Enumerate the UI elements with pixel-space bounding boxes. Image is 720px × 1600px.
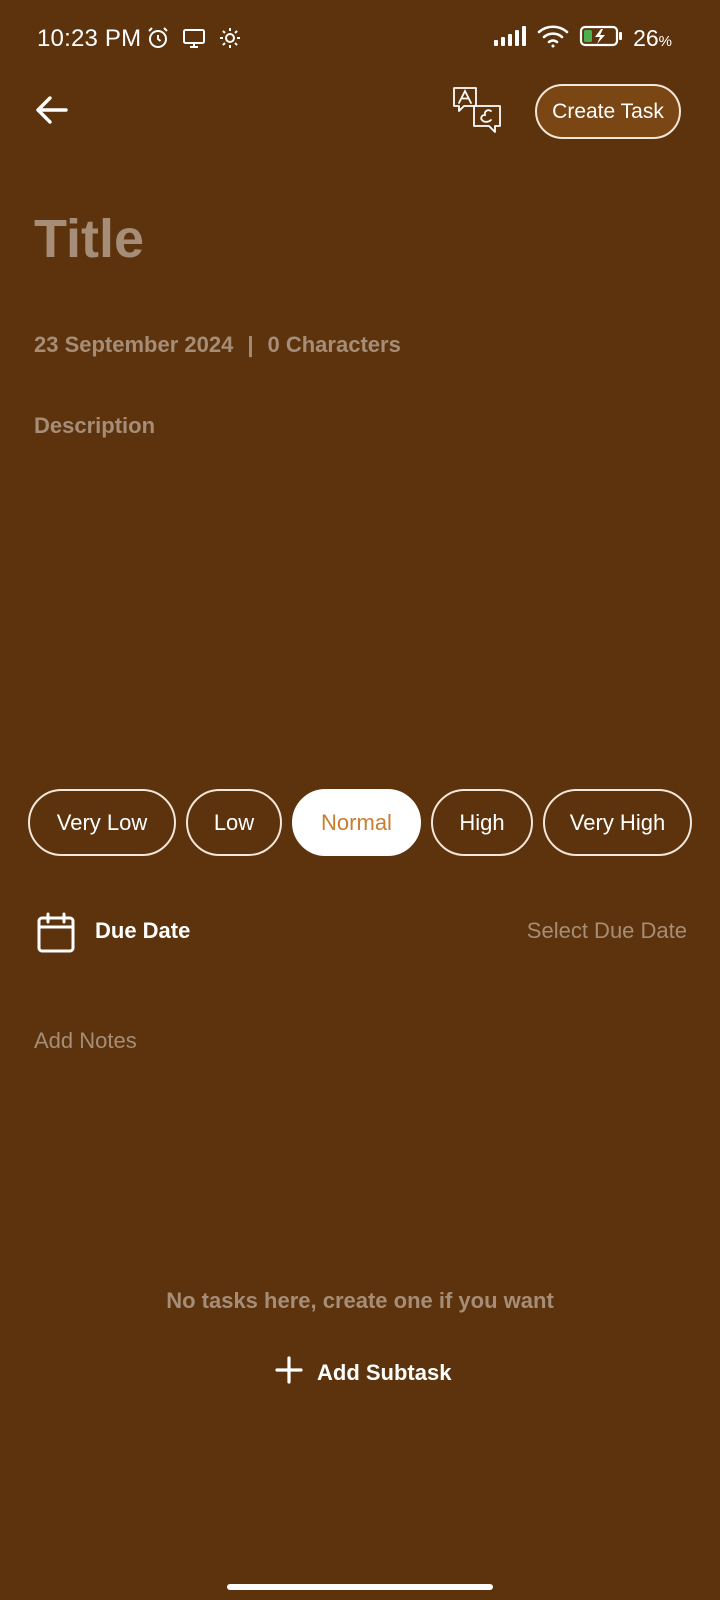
priority-chip-very-high[interactable]: Very High (543, 789, 692, 856)
translate-icon (452, 87, 504, 144)
priority-chip-low[interactable]: Low (186, 789, 282, 856)
battery-percentage: 26% (633, 25, 672, 51)
select-due-date-button[interactable]: Select Due Date (527, 918, 687, 944)
calendar-icon (36, 912, 76, 954)
status-time: 10:23 PM (37, 25, 142, 52)
priority-chip-normal[interactable]: Normal (292, 789, 421, 856)
wifi-icon (537, 24, 569, 53)
empty-subtasks-message: No tasks here, create one if you want (166, 1288, 554, 1313)
priority-selector: Very Low Low Normal High Very High (28, 789, 692, 856)
due-date-label: Due Date (95, 918, 191, 943)
translate-button[interactable] (452, 86, 504, 140)
task-date: 23 September 2024 (34, 332, 234, 357)
meta-separator: | (247, 332, 254, 357)
add-subtask-button[interactable]: Add Subtask (275, 1356, 451, 1389)
settings-gear-icon (218, 26, 242, 55)
alarm-icon (146, 26, 170, 55)
notes-input[interactable]: Add Notes (34, 1028, 137, 1054)
priority-chip-high[interactable]: High (431, 789, 533, 856)
title-input[interactable]: Title (34, 208, 144, 270)
screen-cast-icon (182, 27, 206, 54)
status-icons-right: 26% (493, 24, 672, 53)
description-input[interactable]: Description (34, 413, 155, 439)
status-icons-left (146, 26, 242, 55)
priority-chip-very-low[interactable]: Very Low (28, 789, 176, 856)
signal-icon (493, 25, 527, 52)
task-meta: 23 September 2024 | 0 Characters (34, 332, 401, 358)
add-subtask-label: Add Subtask (317, 1359, 452, 1385)
character-count: 0 Characters (267, 332, 401, 357)
home-indicator[interactable] (227, 1584, 493, 1590)
battery-charging-icon (579, 24, 623, 53)
plus-icon (275, 1356, 303, 1389)
arrow-left-icon (35, 95, 69, 130)
create-task-button[interactable]: Create Task (535, 84, 681, 139)
back-button[interactable] (30, 92, 74, 132)
